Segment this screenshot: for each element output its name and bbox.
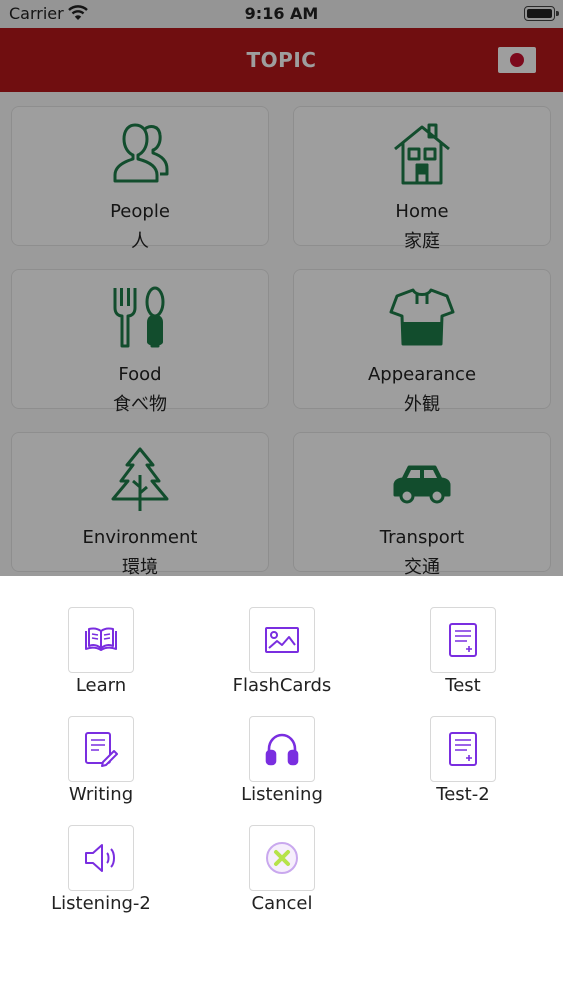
writing-button[interactable]: Writing (31, 685, 171, 805)
cancel-label: Cancel (251, 893, 313, 914)
test-2-button[interactable]: Test-2 (393, 685, 533, 805)
action-sheet: Learn FlashCards Test Writing Listening … (0, 576, 563, 1000)
speaker-icon (68, 825, 134, 891)
test-2-label: Test-2 (436, 784, 490, 805)
listening-2-label: Listening-2 (51, 893, 151, 914)
test-document-icon (430, 607, 496, 673)
modal-backdrop[interactable] (0, 0, 563, 576)
book-icon (68, 607, 134, 673)
image-card-icon (249, 607, 315, 673)
pencil-document-icon (68, 716, 134, 782)
test-button[interactable]: Test (393, 576, 533, 696)
learn-button[interactable]: Learn (31, 576, 171, 696)
test-document-icon (430, 716, 496, 782)
flashcards-button[interactable]: FlashCards (212, 576, 352, 696)
headphones-icon (249, 716, 315, 782)
listening-button[interactable]: Listening (212, 685, 352, 805)
listening-2-button[interactable]: Listening-2 (31, 794, 171, 914)
cancel-button[interactable]: Cancel (212, 794, 352, 914)
cancel-icon (249, 825, 315, 891)
